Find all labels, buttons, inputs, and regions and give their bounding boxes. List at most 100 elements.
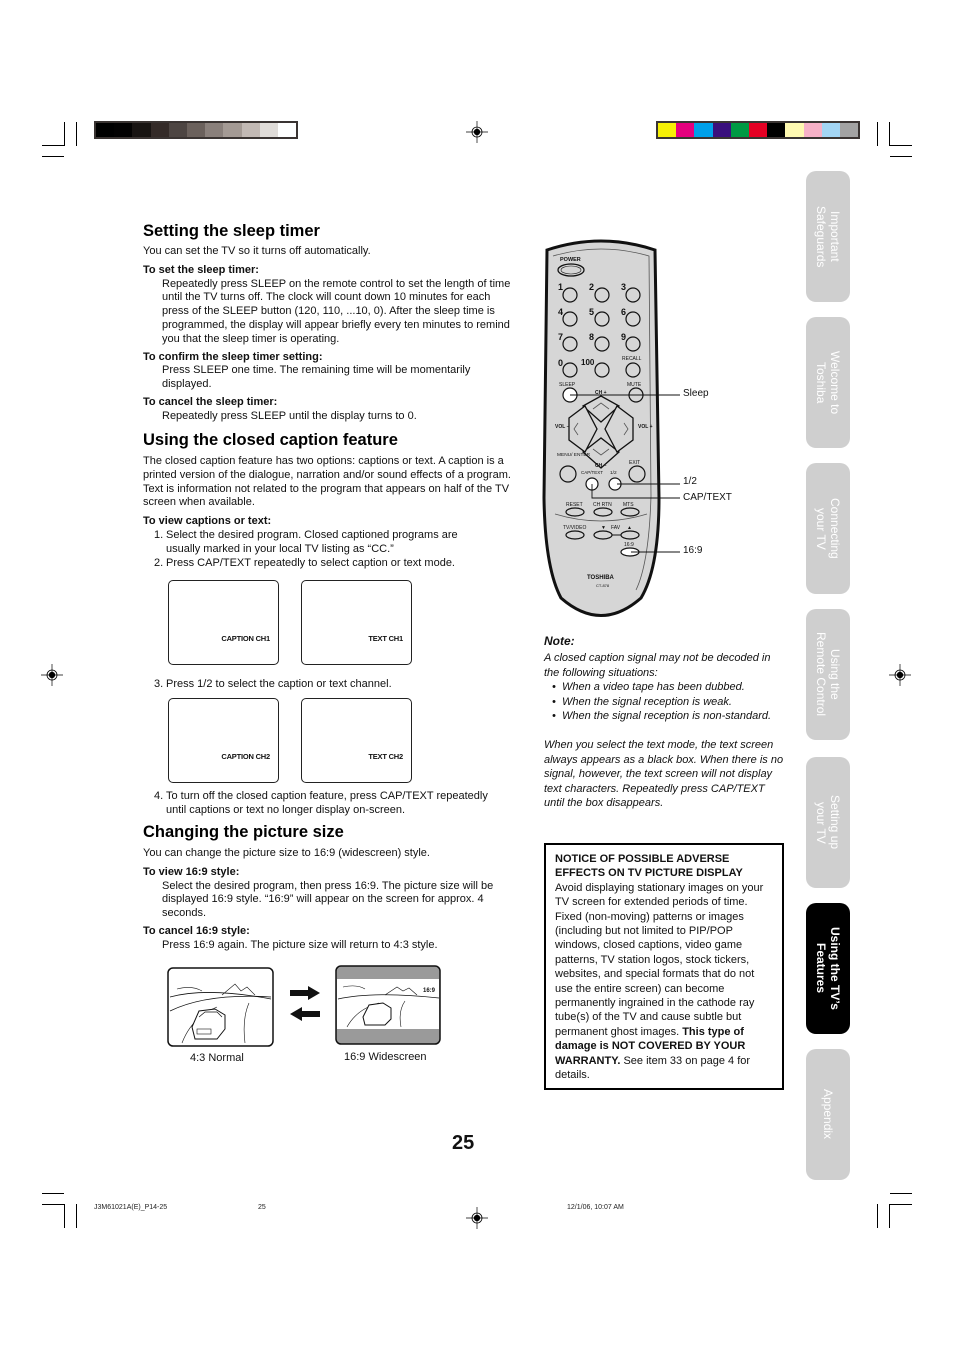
process-color-swatch xyxy=(803,123,822,137)
list-item: 1. Select the desired program. Closed cap… xyxy=(154,528,458,555)
crop-mark xyxy=(890,145,912,146)
svg-text:2: 2 xyxy=(589,282,594,292)
grayscale-swatch xyxy=(150,123,169,137)
process-color-swatch xyxy=(785,123,804,137)
crop-mark xyxy=(890,156,912,157)
sleep-timer-intro: You can set the TV so it turns off autom… xyxy=(143,245,371,257)
tab-welcome-to-toshiba[interactable]: Welcome to Toshiba xyxy=(806,317,850,448)
tab-important-safeguards[interactable]: Important Safeguards xyxy=(806,171,850,302)
tab-using-the-tvs-features[interactable]: Using the TV’s Features xyxy=(806,903,850,1034)
crop-mark xyxy=(42,1204,64,1205)
sleep-timer-heading: Setting the sleep timer xyxy=(143,222,320,240)
process-color-swatch xyxy=(839,123,859,137)
widescreen-16-9-illustration: 16:9 xyxy=(335,965,441,1045)
list-item: 4. To turn off the closed caption feature… xyxy=(154,790,488,816)
crop-mark xyxy=(42,1193,64,1194)
list-item: • When the signal reception is non-stand… xyxy=(552,710,772,722)
svg-text:8: 8 xyxy=(589,332,594,342)
cancel-wide-heading: To cancel 16:9 style: xyxy=(143,924,250,937)
screen-caption-ch2: CAPTION CH2 xyxy=(168,698,279,783)
power-label: POWER xyxy=(560,257,581,263)
grayscale-swatch xyxy=(168,123,187,137)
svg-text:TOSHIBA: TOSHIBA xyxy=(587,575,615,581)
crop-mark xyxy=(42,145,64,146)
list-item: 2. Press CAP/TEXT repeatedly to select ca… xyxy=(154,556,455,569)
grayscale-swatch xyxy=(277,123,297,137)
callout-lines xyxy=(570,394,680,553)
grayscale-swatch xyxy=(114,123,133,137)
grayscale-swatch xyxy=(241,123,260,137)
cancel-wide-body: Press 16:9 again. The picture size will … xyxy=(162,938,438,951)
cancel-sleep-body: Repeatedly press SLEEP until the display… xyxy=(162,409,417,422)
grayscale-swatch xyxy=(259,123,278,137)
process-color-swatch xyxy=(730,123,749,137)
list-item: • When the signal reception is weak. xyxy=(552,695,732,708)
tab-using-the-remote-control[interactable]: Using the Remote Control xyxy=(806,609,850,740)
crop-mark xyxy=(64,1204,65,1228)
view-wide-heading: To view 16:9 style: xyxy=(143,865,240,878)
process-color-swatch xyxy=(748,123,768,137)
svg-text:MUTE: MUTE xyxy=(627,382,642,388)
normal-caption: 4:3 Normal xyxy=(190,1052,244,1064)
process-color-swatch xyxy=(694,123,713,137)
confirm-sleep-heading: To confirm the sleep timer setting: xyxy=(143,350,323,363)
svg-text:SLEEP: SLEEP xyxy=(559,382,576,388)
svg-text:4: 4 xyxy=(558,307,563,317)
callout-sleep: Sleep xyxy=(683,388,709,399)
grayscale-swatch xyxy=(96,123,115,137)
note-title: Note: xyxy=(544,634,575,648)
set-sleep-body: Repeatedly press SLEEP on the remote con… xyxy=(162,277,511,345)
crop-mark xyxy=(64,122,65,146)
screen-text-ch1: TEXT CH1 xyxy=(301,580,412,665)
svg-text:100: 100 xyxy=(581,358,595,367)
process-color-swatch xyxy=(712,123,731,137)
crop-mark xyxy=(76,1204,77,1228)
confirm-sleep-body: Press SLEEP one time. The remaining time… xyxy=(162,364,471,391)
registration-mark-icon xyxy=(889,664,911,686)
footer-file-name: J3M61021A(E)_P14-25 xyxy=(94,1204,168,1211)
process-color-swatch xyxy=(821,123,840,137)
callout-half: 1/2 xyxy=(683,476,697,487)
notice-box: NOTICE OF POSSIBLE ADVERSE EFFECTS ON TV… xyxy=(544,843,784,1090)
svg-text:9: 9 xyxy=(621,332,626,342)
svg-text:7: 7 xyxy=(558,332,563,342)
crop-mark xyxy=(42,156,64,157)
process-color-swatch xyxy=(676,123,695,137)
registration-mark-icon xyxy=(41,664,63,686)
picture-size-section: You can change the picture size to 16:9 … xyxy=(143,847,518,953)
sleep-timer-section: You can set the TV so it turns off autom… xyxy=(143,245,518,424)
page-number: 25 xyxy=(452,1132,475,1154)
picture-size-heading: Changing the picture size xyxy=(143,823,344,841)
tab-connecting-your-tv[interactable]: Connecting your TV xyxy=(806,463,850,594)
process-color-bar xyxy=(656,121,860,139)
notice-title: NOTICE OF POSSIBLE ADVERSE EFFECTS ON TV… xyxy=(555,853,743,880)
svg-text:1: 1 xyxy=(558,282,563,292)
registration-mark-icon xyxy=(466,121,488,143)
closed-caption-heading: Using the closed caption feature xyxy=(143,431,398,449)
view-captions-heading: To view captions or text: xyxy=(143,515,272,528)
svg-text:6: 6 xyxy=(621,307,626,317)
svg-text:3: 3 xyxy=(621,282,626,292)
footer-timestamp: 12/1/06, 10:07 AM xyxy=(567,1204,624,1211)
registration-mark-icon xyxy=(466,1207,488,1229)
view-wide-body: Select the desired program, then press 1… xyxy=(162,879,494,920)
crop-mark xyxy=(76,122,77,146)
grayscale-swatch xyxy=(205,123,224,137)
widescreen-overlay-label: 16:9 xyxy=(423,988,436,994)
notice-body: Avoid displaying stationary images on yo… xyxy=(555,881,764,1038)
callout-wide: 16:9 xyxy=(683,545,703,556)
footer-page: 25 xyxy=(258,1204,266,1211)
tab-appendix[interactable]: Appendix xyxy=(806,1049,850,1180)
arrow-right-icon xyxy=(290,986,320,1000)
tab-setting-up-your-tv[interactable]: Setting up your TV xyxy=(806,757,850,888)
crop-mark xyxy=(889,122,890,146)
svg-text:0: 0 xyxy=(558,358,563,368)
crop-mark xyxy=(889,1204,890,1228)
closed-caption-section: The closed caption feature has two optio… xyxy=(143,455,518,570)
process-color-swatch xyxy=(658,123,677,137)
screen-caption-ch1: CAPTION CH1 xyxy=(168,580,279,665)
list-item: • When a video tape has been dubbed. xyxy=(552,681,745,693)
arrow-left-icon xyxy=(290,1007,320,1021)
callout-captext: CAP/TEXT xyxy=(683,492,732,503)
process-color-swatch xyxy=(767,123,786,137)
